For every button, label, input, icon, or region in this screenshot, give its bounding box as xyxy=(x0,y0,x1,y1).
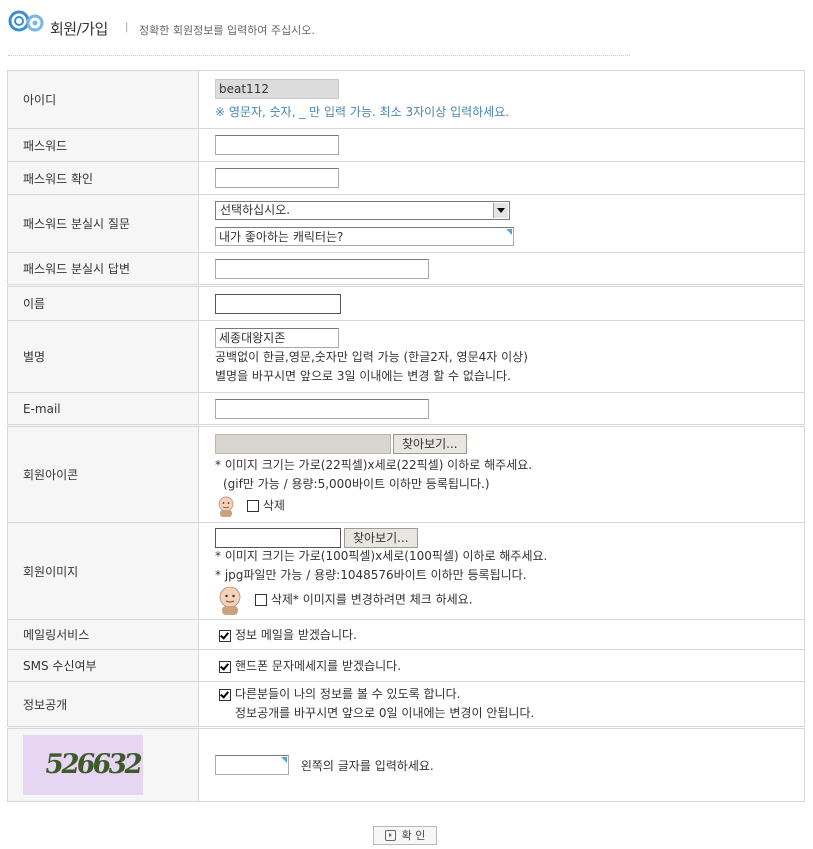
sms-checkbox-label: 핸드폰 문자메세지를 받겠습니다. xyxy=(235,659,402,673)
password-confirm-label: 패스워드 확인 xyxy=(7,161,199,195)
captcha-hint: 왼쪽의 글자를 입력하세요. xyxy=(300,758,434,773)
password-label: 패스워드 xyxy=(7,128,199,162)
select-arrow-icon[interactable] xyxy=(493,203,508,218)
name-input[interactable] xyxy=(215,293,341,314)
row-password-confirm: 패스워드 확인 xyxy=(7,161,805,195)
sms-label: SMS 수신여부 xyxy=(7,649,199,682)
member-image-browse-button[interactable]: 찾아보기... xyxy=(344,528,418,548)
captcha-cell: 526632 xyxy=(7,726,199,802)
pw-question-label: 패스워드 분실시 질문 xyxy=(7,194,199,253)
title-separator: | xyxy=(125,22,129,33)
name-label: 이름 xyxy=(7,284,199,321)
member-icon-browse-button[interactable]: 찾아보기... xyxy=(393,434,467,454)
avatar-face-icon xyxy=(219,586,241,615)
row-password: 패스워드 xyxy=(7,128,805,162)
captcha-image: 526632 xyxy=(23,735,143,795)
userid-hint: ※ 영문자, 숫자, _ 만 입력 가능. 최소 3자이상 입력하세요. xyxy=(215,105,510,119)
nickname-input[interactable]: 세종대왕지존 xyxy=(215,327,339,348)
row-email: E-mail xyxy=(7,392,805,426)
pw-question-selected: 선택하십시오. xyxy=(220,203,291,217)
password-confirm-input[interactable] xyxy=(215,168,339,188)
input-corner-icon xyxy=(506,229,512,235)
member-image-delete-label: 삭제* 이미지를 변경하려면 체크 하세요. xyxy=(270,592,473,607)
page-title: 회원/가입 xyxy=(50,20,108,38)
member-image-delete-checkbox[interactable] xyxy=(254,594,267,606)
password-input[interactable] xyxy=(215,135,339,155)
member-icon-delete-checkbox[interactable] xyxy=(246,500,259,512)
member-image-file-input[interactable] xyxy=(215,528,341,548)
member-icon-hint-1: * 이미지 크기는 가로(22픽셀)x세로(22픽셀) 이하로 해주세요. xyxy=(215,458,533,472)
open-info-checkbox[interactable] xyxy=(219,688,231,701)
member-icon-hint-2: (gif만 가능 / 용량:5,000바이트 이하만 등록됩니다.) xyxy=(223,477,490,491)
userid-input[interactable]: beat112 xyxy=(215,79,339,99)
captcha-input[interactable] xyxy=(215,755,289,775)
row-userid: 아이디 beat112 ※ 영문자, 숫자, _ 만 입력 가능. 최소 3자이… xyxy=(7,70,805,129)
email-label: E-mail xyxy=(7,392,199,426)
open-info-checkbox-label: 다른분들이 나의 정보를 볼 수 있도록 합니다. xyxy=(235,687,461,701)
pw-question-custom-input[interactable]: 내가 좋아하는 캐릭터는? xyxy=(215,227,514,246)
page-subtitle: 정확한 회원정보를 입력하여 주십시오. xyxy=(139,24,315,37)
captcha-code: 526632 xyxy=(42,749,142,780)
member-image-hint-2: * jpg파일만 가능 / 용량:1048576바이트 이하만 등록됩니다. xyxy=(215,568,527,582)
open-info-label: 정보공개 xyxy=(7,681,199,728)
page-header: 회원/가입 | 정확한 회원정보를 입력하여 주십시오. xyxy=(8,8,648,40)
mailing-label: 메일링서비스 xyxy=(7,619,199,650)
row-pw-answer: 패스워드 분실시 답변 xyxy=(7,252,805,286)
sms-checkbox[interactable] xyxy=(219,660,231,673)
member-icon-file-input[interactable] xyxy=(215,434,391,454)
submit-label: 확 인 xyxy=(401,829,426,842)
pw-answer-label: 패스워드 분실시 답변 xyxy=(7,252,199,286)
userid-cell: beat112 ※ 영문자, 숫자, _ 만 입력 가능. 최소 3자이상 입력… xyxy=(198,70,805,129)
mailing-checkbox[interactable] xyxy=(219,629,231,642)
row-name: 이름 xyxy=(7,284,805,321)
avatar-face-icon xyxy=(218,496,234,517)
row-member-image: 회원이미지 찾아보기... * 이미지 크기는 가로(100픽셀)x세로(100… xyxy=(7,522,805,620)
row-open-info: 정보공개 다른분들이 나의 정보를 볼 수 있도록 합니다. 정보공개를 바꾸시… xyxy=(7,681,805,728)
member-icon-label: 회원아이콘 xyxy=(7,424,199,523)
nickname-label: 별명 xyxy=(7,320,199,393)
pw-question-select[interactable]: 선택하십시오. xyxy=(215,201,510,220)
mailing-checkbox-label: 정보 메일을 받겠습니다. xyxy=(235,628,357,642)
input-corner-icon xyxy=(281,757,287,763)
member-image-label: 회원이미지 xyxy=(7,522,199,620)
row-sms: SMS 수신여부 핸드폰 문자메세지를 받겠습니다. xyxy=(7,649,805,682)
open-info-note: 정보공개를 바꾸시면 앞으로 0일 이내에는 변경이 안됩니다. xyxy=(235,706,535,720)
nickname-hint-2: 별명을 바꾸시면 앞으로 3일 이내에는 변경 할 수 없습니다. xyxy=(215,368,511,383)
pw-question-custom-text: 내가 좋아하는 캐릭터는? xyxy=(219,230,344,244)
row-mailing: 메일링서비스 정보 메일을 받겠습니다. xyxy=(7,619,805,650)
pw-answer-input[interactable] xyxy=(215,258,429,279)
row-nickname: 별명 세종대왕지존 공백없이 한글,영문,숫자만 입력 가능 (한글2자, 영문… xyxy=(7,320,805,393)
userid-label: 아이디 xyxy=(7,70,199,129)
nickname-hint-1: 공백없이 한글,영문,숫자만 입력 가능 (한글2자, 영문4자 이상) xyxy=(215,349,528,364)
member-icon-delete-label: 삭제 xyxy=(262,498,285,513)
row-member-icon: 회원아이콘 찾아보기... * 이미지 크기는 가로(22픽셀)x세로(22픽셀… xyxy=(7,424,805,523)
logo-circles-icon xyxy=(8,10,44,32)
signup-form: 아이디 beat112 ※ 영문자, 숫자, _ 만 입력 가능. 최소 3자이… xyxy=(7,70,805,802)
row-pw-question: 패스워드 분실시 질문 선택하십시오. 내가 좋아하는 캐릭터는? xyxy=(7,194,805,253)
dotted-divider xyxy=(8,55,630,56)
submit-button[interactable]: 확 인 xyxy=(373,826,437,845)
row-captcha: 526632 왼쪽의 글자를 입력하세요. xyxy=(7,726,805,802)
member-image-hint-1: * 이미지 크기는 가로(100픽셀)x세로(100픽셀) 이하로 해주세요. xyxy=(215,549,548,563)
email-input[interactable] xyxy=(215,398,429,419)
play-icon xyxy=(384,829,396,841)
